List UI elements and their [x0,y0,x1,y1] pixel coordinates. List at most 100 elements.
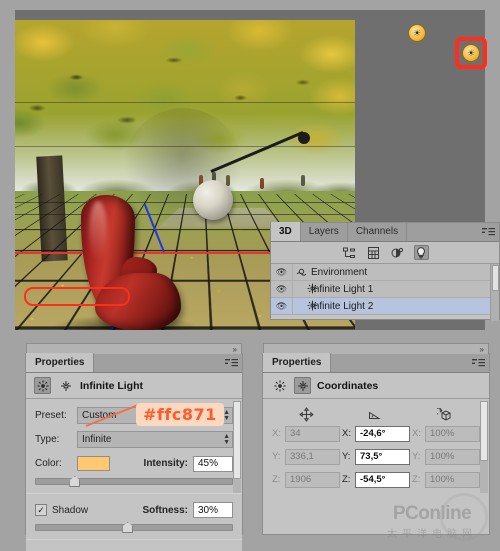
scene-filter-icon[interactable] [342,245,357,260]
softness-slider-thumb[interactable] [122,522,133,533]
move-to-view-button[interactable]: Move to view [35,547,233,551]
left-panel-scrollbar[interactable] [233,401,241,493]
coordinates-tab-icon[interactable] [57,377,74,394]
light-widget-icon-top[interactable]: ☀ [408,24,426,42]
softness-field[interactable]: 30% [193,502,233,518]
properties-tabbar-right[interactable]: Properties [263,354,489,373]
tab-properties[interactable]: Properties [263,353,331,372]
rotation-z-field[interactable]: -54,5° [355,472,410,488]
axis-label: Y: [342,451,352,462]
coordinates-body: X: 34 X: -24,6° X: 100% Y: 336,1 [263,399,489,489]
rotation-y-field[interactable]: 73,5° [355,449,410,465]
visibility-eye-icon[interactable]: 👁 [271,281,293,298]
scale-z-field[interactable]: 100% [425,472,480,488]
scrollbar-thumb[interactable] [492,265,499,291]
position-z-field[interactable]: 1906 [285,472,340,488]
axis-label: Z: [272,474,282,485]
coordinates-row-y: Y: 336,1 Y: 73,5° Y: 100% [272,447,480,466]
mesh-filter-icon[interactable] [366,245,381,260]
shadow-checkbox[interactable]: ✓ [35,504,47,516]
intensity-field[interactable]: 45% [193,456,233,472]
3d-panel-tabbar[interactable]: 3D Layers Channels [271,223,499,242]
light-tab-icon[interactable] [34,377,51,394]
scrollbar-thumb[interactable] [480,401,488,461]
tab-layers[interactable]: Layers [301,222,348,241]
tab-channels[interactable]: Channels [348,222,407,241]
coordinates-panel-scrollbar[interactable] [480,401,488,493]
light-widget-icon-selected[interactable]: ☀ [462,44,480,62]
tab-properties[interactable]: Properties [26,353,94,372]
panel-title: Infinite Light [80,380,143,392]
panel-menu-icon[interactable] [225,359,238,368]
axis-label: Y: [272,451,282,462]
scale-y-field[interactable]: 100% [425,449,480,465]
properties-tabbar-left[interactable]: Properties [26,354,242,373]
screenshot-root: ☀ ☀ 3D Layers Channels [0,0,500,551]
rotation-z-group: Z: -54,5° [342,472,410,488]
position-z-group: Z: 1906 [272,472,340,488]
tab-3d[interactable]: 3D [271,222,301,241]
rotation-icon [341,408,410,421]
coordinates-row-x: X: 34 X: -24,6° X: 100% [272,424,480,443]
sculpture-highlight [89,201,107,261]
collapse-glyph[interactable]: » [233,345,237,354]
rotation-x-field[interactable]: -24,6° [355,426,410,442]
scale-x-field[interactable]: 100% [425,426,480,442]
position-x-field[interactable]: 34 [285,426,340,442]
color-swatch[interactable] [77,456,110,471]
properties-panel-light[interactable]: » Properties [25,353,243,535]
position-y-group: Y: 336,1 [272,449,340,465]
intensity-slider-thumb[interactable] [69,476,80,487]
3d-filter-bar[interactable] [271,242,499,264]
softness-label: Softness: [142,505,193,516]
red-3d-sculpture[interactable] [73,195,193,330]
3d-panel[interactable]: 3D Layers Channels [270,222,500,320]
scrollbar-thumb[interactable] [233,401,241,479]
coordinates-row-z: Z: 1906 Z: -54,5° Z: 100% [272,470,480,489]
reference-sphere[interactable] [193,180,233,220]
chevron-updown-icon[interactable]: ▲▼ [223,434,230,446]
list-item-environment[interactable]: 👁 Environment [271,264,499,281]
light-direction-gizmo-handle[interactable] [298,132,310,144]
list-item-infinite-light-2[interactable]: 👁 Infinite Light 2 [271,298,499,315]
position-icon [272,407,341,422]
axis-label: Y: [412,451,422,462]
properties-panel-coordinates[interactable]: » Properties [262,353,490,535]
color-hex-callout: #ffc871 [136,403,224,426]
infinite-light-icon [293,283,309,296]
position-y-field[interactable]: 336,1 [285,449,340,465]
position-x-group: X: 34 [272,426,340,442]
softness-slider[interactable] [35,524,233,531]
scale-z-group: Z: 100% [412,472,480,488]
list-item-infinite-light-1[interactable]: 👁 Infinite Light 1 [271,281,499,298]
panel-menu-icon[interactable] [472,359,485,368]
chevron-updown-icon[interactable]: ▲▼ [223,410,230,422]
type-label: Type: [35,434,77,445]
3d-scene-list[interactable]: 👁 Environment 👁 [271,264,499,315]
lights-filter-icon[interactable] [414,245,429,260]
intensity-slider[interactable] [35,478,233,485]
color-label: Color: [35,458,77,469]
preset-label: Preset: [35,410,77,421]
panel-menu-icon[interactable] [482,228,495,237]
coordinates-column-icons [272,402,480,424]
3d-panel-scrollbar[interactable] [490,264,499,321]
color-intensity-row: Color: Intensity: 45% [35,454,233,473]
intensity-label: Intensity: [144,458,193,469]
visibility-eye-icon[interactable]: 👁 [271,264,293,281]
rotation-y-group: Y: 73,5° [342,449,410,465]
type-row: Type: Infinite ▲▼ [35,430,233,449]
materials-filter-icon[interactable] [390,245,405,260]
list-item-label: Environment [309,267,367,278]
environment-icon [293,266,309,279]
light-tab-icon[interactable] [271,377,288,394]
panel-title: Coordinates [317,380,378,392]
shadow-row: ✓ Shadow Softness: 30% [35,501,233,519]
axis-label: Z: [342,474,352,485]
visibility-eye-icon[interactable]: 👁 [271,298,293,315]
scale-y-group: Y: 100% [412,449,480,465]
coordinates-tab-icon[interactable] [294,377,311,394]
axis-label: X: [412,428,422,439]
collapse-glyph[interactable]: » [480,345,484,354]
type-dropdown[interactable]: Infinite ▲▼ [77,431,233,448]
